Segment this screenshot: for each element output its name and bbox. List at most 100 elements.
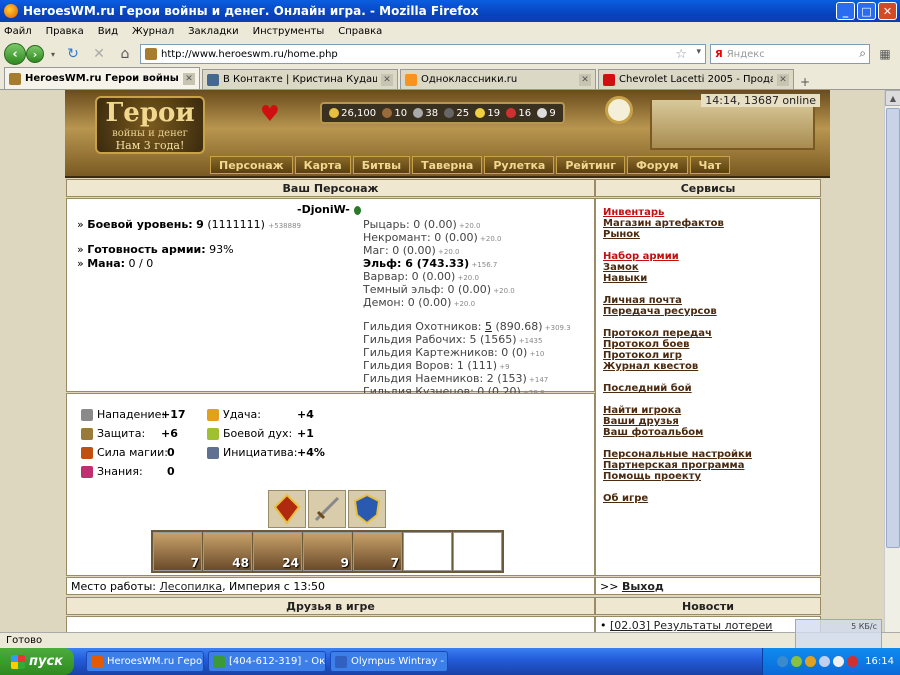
scroll-thumb[interactable] xyxy=(886,108,900,548)
attribute-value: 0 xyxy=(167,465,175,478)
tab-0[interactable]: HeroesWM.ru Герои войны и ден... ✕ xyxy=(4,67,200,89)
menu-edit[interactable]: Правка xyxy=(46,26,84,37)
menu-view[interactable]: Вид xyxy=(98,26,118,37)
search-bar[interactable]: Я Яндекс ⌕ xyxy=(710,44,870,64)
workplace-link[interactable]: Лесопилка xyxy=(159,580,222,593)
minimize-button[interactable]: _ xyxy=(836,2,855,20)
army-slot-2[interactable]: 24 xyxy=(253,532,302,571)
services-panel-title: Сервисы xyxy=(595,179,821,197)
close-button[interactable]: ✕ xyxy=(878,2,897,20)
character-name[interactable]: -DjoniW- xyxy=(297,203,361,216)
service-link-5-2[interactable]: Ваш фотоальбом xyxy=(603,427,752,438)
tab-2[interactable]: Одноклассники.ru ✕ xyxy=(400,69,596,89)
tab-close-icon[interactable]: ✕ xyxy=(579,73,591,86)
amulet-artifact[interactable] xyxy=(268,490,306,528)
nav-button-2[interactable]: Битвы xyxy=(352,156,411,174)
task-app-icon xyxy=(213,655,225,668)
army-slot-1[interactable]: 48 xyxy=(203,532,252,571)
nav-button-5[interactable]: Рейтинг xyxy=(556,156,626,174)
service-link-3-1[interactable]: Протокол боев xyxy=(603,339,752,350)
home-icon[interactable]: ⌂ xyxy=(114,43,136,65)
scroll-up-icon[interactable]: ▲ xyxy=(885,90,900,106)
resource-icon xyxy=(537,108,548,118)
back-button[interactable]: ‹ xyxy=(4,43,26,65)
service-link-4-0[interactable]: Последний бой xyxy=(603,383,752,394)
bookmark-star-icon[interactable]: ☆ xyxy=(675,47,687,62)
army-slot-6[interactable] xyxy=(453,532,502,571)
tray-antivirus-icon[interactable] xyxy=(847,656,859,667)
grid-icon[interactable]: ▦ xyxy=(874,43,896,65)
logo-title: Герои xyxy=(105,98,195,128)
nav-button-0[interactable]: Персонаж xyxy=(210,156,293,174)
service-link-1-2[interactable]: Навыки xyxy=(603,273,752,284)
taskbar-task-1[interactable]: [404-612-319] - Окн... xyxy=(208,651,326,672)
tab-close-icon[interactable]: ✕ xyxy=(777,73,789,86)
game-logo[interactable]: Герои войны и денег Нам 3 года! xyxy=(95,96,205,154)
url-dropdown-icon[interactable]: ▾ xyxy=(696,47,701,57)
window-title: HeroesWM.ru Герои войны и денег. Онлайн … xyxy=(23,4,479,18)
tab-close-icon[interactable]: ✕ xyxy=(381,73,393,86)
taskbar-task-2[interactable]: Olympus Wintray - M... xyxy=(330,651,448,672)
nav-button-1[interactable]: Карта xyxy=(294,156,351,174)
service-link-3-0[interactable]: Протокол передач xyxy=(603,328,752,339)
service-link-0-2[interactable]: Рынок xyxy=(603,229,752,240)
new-tab-button[interactable]: + xyxy=(800,75,810,89)
attribute-left-3: Знания: 0 xyxy=(81,465,201,478)
service-link-6-0[interactable]: Персональные настройки xyxy=(603,449,752,460)
reload-icon[interactable]: ↻ xyxy=(62,43,84,65)
task-app-icon xyxy=(91,655,103,668)
army-slot-0[interactable]: 7 xyxy=(153,532,202,571)
army-slot-3[interactable]: 9 xyxy=(303,532,352,571)
news-item[interactable]: [02.03] Результаты лотереи xyxy=(610,619,772,632)
guild-level-link[interactable]: 5 xyxy=(485,320,492,333)
service-link-3-2[interactable]: Протокол игр xyxy=(603,350,752,361)
services-gap xyxy=(603,482,752,493)
service-link-0-0[interactable]: Инвентарь xyxy=(603,207,752,218)
maximize-button[interactable]: □ xyxy=(857,2,876,20)
menu-file[interactable]: Файл xyxy=(4,26,32,37)
army-slot-5[interactable] xyxy=(403,532,452,571)
service-link-6-2[interactable]: Помощь проекту xyxy=(603,471,752,482)
menu-tools[interactable]: Инструменты xyxy=(253,26,325,37)
sword-artifact[interactable] xyxy=(308,490,346,528)
service-link-6-1[interactable]: Партнерская программа xyxy=(603,460,752,471)
taskbar-task-0[interactable]: HeroesWM.ru Герои ... xyxy=(86,651,204,672)
attribute-label: Боевой дух: xyxy=(223,427,293,440)
menu-help[interactable]: Справка xyxy=(338,26,382,37)
tray-shield-icon[interactable] xyxy=(805,656,817,667)
nav-button-3[interactable]: Таверна xyxy=(412,156,483,174)
forward-button[interactable]: › xyxy=(26,45,44,63)
service-link-2-0[interactable]: Личная почта xyxy=(603,295,752,306)
service-link-7-0[interactable]: Об игре xyxy=(603,493,752,504)
service-link-3-3[interactable]: Журнал квестов xyxy=(603,361,752,372)
shield-artifact[interactable] xyxy=(348,490,386,528)
tray-app-icon[interactable] xyxy=(777,656,789,667)
service-link-0-1[interactable]: Магазин артефактов xyxy=(603,218,752,229)
army-slot-4[interactable]: 7 xyxy=(353,532,402,571)
start-button[interactable]: пуск xyxy=(0,648,74,675)
nav-button-7[interactable]: Чат xyxy=(689,156,731,174)
tab-1[interactable]: В Контакте | Кристина Кудашева ✕ xyxy=(202,69,398,89)
page-scrollbar[interactable]: ▲ xyxy=(884,90,900,632)
menu-bookmarks[interactable]: Закладки xyxy=(188,26,239,37)
service-link-2-1[interactable]: Передача ресурсов xyxy=(603,306,752,317)
menu-history[interactable]: Журнал xyxy=(132,26,174,37)
tray-network-icon[interactable] xyxy=(819,656,831,667)
logout-link[interactable]: Выход xyxy=(622,580,664,593)
url-bar[interactable]: http://www.heroeswm.ru/home.php ☆ ▾ xyxy=(140,44,706,64)
service-link-1-0[interactable]: Набор армии xyxy=(603,251,752,262)
stop-icon[interactable]: ✕ xyxy=(88,43,110,65)
service-link-5-0[interactable]: Найти игрока xyxy=(603,405,752,416)
service-link-1-1[interactable]: Замок xyxy=(603,262,752,273)
tray-chat-icon[interactable] xyxy=(791,656,803,667)
guild-text: Гильдия Охотников: xyxy=(363,320,485,333)
history-dropdown-icon[interactable]: ▾ xyxy=(48,43,58,65)
search-icon[interactable]: ⌕ xyxy=(859,46,866,61)
nav-button-6[interactable]: Форум xyxy=(627,156,688,174)
tab-3[interactable]: Chevrolet Lacetti 2005 - Продажа авт... ✕ xyxy=(598,69,794,89)
tray-volume-icon[interactable] xyxy=(833,656,845,667)
resource-value: 9 xyxy=(549,107,556,119)
tab-close-icon[interactable]: ✕ xyxy=(183,72,195,85)
service-link-5-1[interactable]: Ваши друзья xyxy=(603,416,752,427)
nav-button-4[interactable]: Рулетка xyxy=(484,156,555,174)
